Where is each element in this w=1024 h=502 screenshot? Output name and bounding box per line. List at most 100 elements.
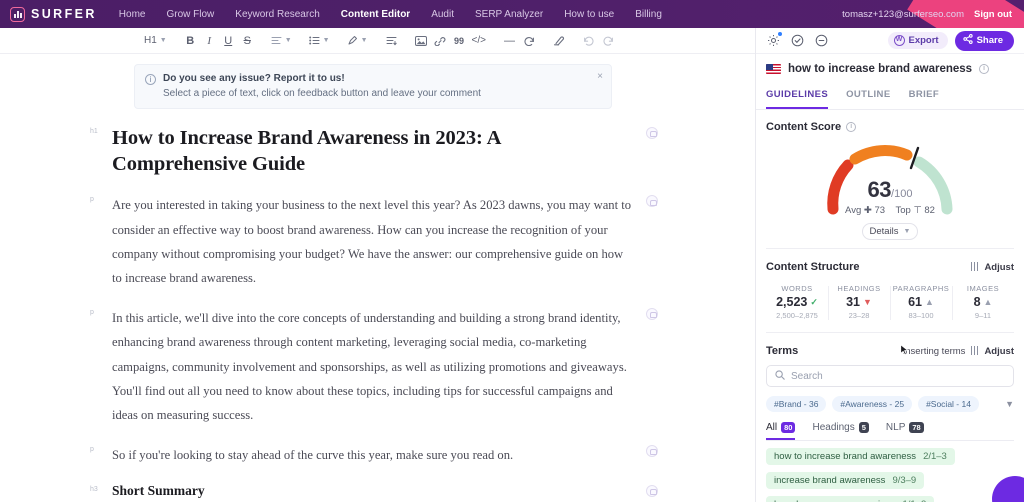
paragraph-text[interactable]: So if you're looking to stay ahead of th… xyxy=(112,443,632,467)
tab-guidelines[interactable]: GUIDELINES xyxy=(766,83,829,109)
adjust-structure-button[interactable]: Adjust xyxy=(984,262,1014,273)
image-icon[interactable] xyxy=(413,32,430,50)
nav-item-audit[interactable]: Audit xyxy=(431,9,454,20)
nav-item-keyword-research[interactable]: Keyword Research xyxy=(235,9,319,20)
arrow-up-icon: ▲ xyxy=(924,297,934,307)
guidelines-sidebar: W Export Share how to increase brand awa… xyxy=(756,28,1024,502)
mouse-cursor xyxy=(900,344,909,356)
stat-range: 83–100 xyxy=(908,311,934,320)
strikethrough-button[interactable]: S xyxy=(239,32,256,50)
terms-search-box[interactable] xyxy=(766,365,1014,387)
nav-item-home[interactable]: Home xyxy=(119,9,146,20)
stat-images: IMAGES 8 ▲ 9–11 xyxy=(952,282,1014,324)
doc-block-h3[interactable]: h3 Short Summary xyxy=(90,483,658,499)
loop-icon[interactable] xyxy=(520,32,537,50)
terms-tab-nlp[interactable]: NLP 78 xyxy=(886,422,924,440)
quote-button[interactable]: 99 xyxy=(451,32,468,50)
tab-brief[interactable]: BRIEF xyxy=(909,83,940,109)
doc-block-h1[interactable]: h1 How to Increase Brand Awareness in 20… xyxy=(90,125,658,177)
horizontal-rule-button[interactable]: — xyxy=(501,32,518,50)
minus-circle-icon[interactable] xyxy=(814,33,829,48)
bulleted-list-icon xyxy=(308,36,320,45)
block-tag: h1 xyxy=(90,128,98,135)
code-button[interactable]: </> xyxy=(470,32,488,50)
italic-button[interactable]: I xyxy=(201,32,218,50)
chip-social[interactable]: #Social - 14 xyxy=(918,396,979,412)
search-input[interactable] xyxy=(791,370,1005,382)
doc-block-paragraph-3[interactable]: p So if you're looking to stay ahead of … xyxy=(90,443,658,467)
clear-format-icon[interactable] xyxy=(550,32,567,50)
sign-out-link[interactable]: Sign out xyxy=(974,9,1012,20)
info-icon[interactable]: i xyxy=(979,64,990,74)
chip-awareness[interactable]: #Awareness - 25 xyxy=(832,396,913,412)
search-icon xyxy=(775,369,785,383)
term-chip[interactable]: brand awareness campaigns 1/1–3 xyxy=(766,496,935,502)
term-chip[interactable]: increase brand awareness 9/3–9 xyxy=(766,472,925,489)
block-tag: h3 xyxy=(90,486,98,494)
score-value-wrap: 63/100 xyxy=(766,177,1014,203)
term-frequency: 2/1–3 xyxy=(923,451,947,462)
comment-bubble-icon[interactable] xyxy=(646,485,658,498)
share-button[interactable]: Share xyxy=(954,30,1014,51)
stat-label: WORDS xyxy=(781,284,813,293)
align-dropdown[interactable]: ▼ xyxy=(269,32,294,50)
paragraph-text[interactable]: Are you interested in taking your busine… xyxy=(112,193,632,290)
section-heading[interactable]: Short Summary xyxy=(112,483,632,499)
chip-brand[interactable]: #Brand - 36 xyxy=(766,396,827,412)
redo-icon[interactable] xyxy=(599,32,616,50)
chevron-down-icon: ▼ xyxy=(360,37,368,44)
top-icon: ⊤ xyxy=(913,205,925,216)
terms-tab-count: 78 xyxy=(909,422,924,433)
stat-value: 61 xyxy=(908,295,922,309)
document-body[interactable]: i Do you see any issue? Report it to us!… xyxy=(90,64,658,502)
details-dropdown[interactable]: Details ▼ xyxy=(862,223,918,240)
nav-items: Home Grow Flow Keyword Research Content … xyxy=(119,9,662,20)
highlight-dropdown[interactable]: ▼ xyxy=(345,32,370,50)
heading-style-dropdown[interactable]: H1 ▼ xyxy=(142,32,169,50)
block-tag: p xyxy=(90,446,94,454)
stat-label: HEADINGS xyxy=(837,284,881,293)
paragraph-text[interactable]: In this article, we'll dive into the cor… xyxy=(112,306,632,427)
undo-icon[interactable] xyxy=(580,32,597,50)
arrow-up-icon: ▲ xyxy=(983,297,993,307)
share-label: Share xyxy=(976,35,1003,46)
nav-item-grow-flow[interactable]: Grow Flow xyxy=(166,9,214,20)
comment-bubble-icon[interactable] xyxy=(646,127,658,139)
underline-button[interactable]: U xyxy=(220,32,237,50)
surfer-logo[interactable]: SURFER xyxy=(10,6,97,22)
indent-button[interactable] xyxy=(383,32,400,50)
gear-icon[interactable] xyxy=(766,32,782,48)
comment-bubble-icon[interactable] xyxy=(646,445,658,458)
term-chip[interactable]: how to increase brand awareness 2/1–3 xyxy=(766,448,955,465)
terms-tab-headings[interactable]: Headings 5 xyxy=(812,422,869,440)
nav-item-how-to-use[interactable]: How to use xyxy=(564,9,614,20)
chevron-down-icon[interactable]: ▼ xyxy=(1005,399,1014,409)
block-tag: p xyxy=(90,309,94,317)
wordpress-icon: W xyxy=(893,35,905,46)
nav-item-serp-analyzer[interactable]: SERP Analyzer xyxy=(475,9,543,20)
notice-subtitle: Select a piece of text, click on feedbac… xyxy=(163,88,481,99)
terms-tab-all[interactable]: All 80 xyxy=(766,422,796,440)
list-dropdown[interactable]: ▼ xyxy=(307,32,332,50)
nav-item-content-editor[interactable]: Content Editor xyxy=(341,9,410,20)
nav-item-billing[interactable]: Billing xyxy=(635,9,662,20)
inserting-terms-label[interactable]: Inserting terms xyxy=(903,346,966,357)
editor-scroll-area[interactable]: i Do you see any issue? Report it to us!… xyxy=(0,54,755,502)
tab-outline[interactable]: OUTLINE xyxy=(846,83,891,109)
page-title[interactable]: How to Increase Brand Awareness in 2023:… xyxy=(112,125,632,177)
info-icon[interactable]: i xyxy=(846,122,857,132)
adjust-terms-button[interactable]: Adjust xyxy=(984,346,1014,357)
comment-bubble-icon[interactable] xyxy=(646,308,658,321)
check-icon: ✓ xyxy=(810,296,818,307)
bold-button[interactable]: B xyxy=(182,32,199,50)
sidebar-toolbar: W Export Share xyxy=(756,28,1024,54)
export-button[interactable]: W Export xyxy=(887,32,948,49)
doc-block-paragraph-1[interactable]: p Are you interested in taking your busi… xyxy=(90,193,658,290)
doc-block-paragraph-2[interactable]: p In this article, we'll dive into the c… xyxy=(90,306,658,427)
link-icon[interactable] xyxy=(432,32,449,50)
check-circle-icon[interactable] xyxy=(790,33,805,48)
close-icon[interactable]: × xyxy=(597,71,603,82)
info-icon: i xyxy=(145,74,156,85)
stat-label: IMAGES xyxy=(966,284,1000,293)
comment-bubble-icon[interactable] xyxy=(646,195,658,208)
